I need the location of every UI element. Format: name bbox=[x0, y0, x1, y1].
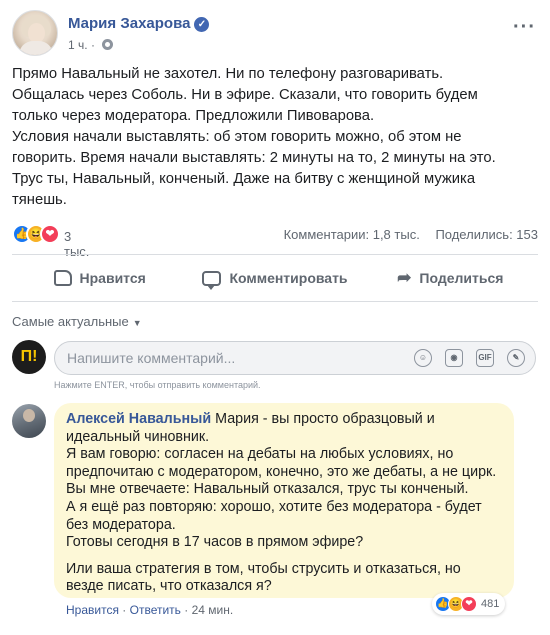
emoji-icon[interactable]: ☺ bbox=[414, 349, 432, 367]
post-text-line: только через модератора. Предложили Пиво… bbox=[12, 108, 375, 124]
caret-down-icon: ▼ bbox=[132, 318, 142, 328]
comment-line: Вы мне отвечаете: Навальный отказался, т… bbox=[66, 481, 469, 498]
composer-hint: Нажмите ENTER, чтобы отправить комментар… bbox=[54, 380, 261, 390]
shares-count[interactable]: Поделились: 153 bbox=[435, 227, 538, 242]
post-actions: Нравится Комментировать ➦ Поделиться bbox=[12, 260, 538, 296]
post-time[interactable]: 1 ч. bbox=[68, 38, 88, 52]
comment-reactions[interactable]: 👍 😆 ❤ 481 bbox=[432, 593, 506, 615]
post-card: Мария Захарова ✓ 1 ч. · ··· Прямо Навальн… bbox=[0, 0, 550, 635]
love-reaction-icon: ❤ bbox=[461, 596, 477, 612]
comment-line: Алексей Навальный Мария - вы просто обра… bbox=[66, 411, 502, 429]
share-button[interactable]: ➦ Поделиться bbox=[363, 260, 538, 296]
comment-icon bbox=[202, 270, 222, 290]
comment-reaction-count: 481 bbox=[481, 598, 500, 610]
post-meta: 1 ч. · bbox=[68, 38, 114, 52]
commenter-avatar[interactable] bbox=[12, 404, 46, 438]
commenter-name[interactable]: Алексей Навальный bbox=[66, 411, 211, 427]
post-header: Мария Захарова ✓ 1 ч. · ··· bbox=[12, 10, 538, 58]
composer-icons: ☺ ◉ GIF ✎ bbox=[401, 349, 525, 367]
comment-sort-dropdown[interactable]: Самые актуальные ▼ bbox=[12, 314, 142, 329]
thumbs-up-icon bbox=[53, 270, 72, 286]
comment-text: Мария - вы просто образцовый и bbox=[215, 411, 435, 427]
comment-time[interactable]: 24 мин. bbox=[192, 603, 234, 617]
like-button[interactable]: Нравится bbox=[12, 260, 187, 296]
comment-sort-label: Самые актуальные bbox=[12, 314, 129, 329]
globe-icon bbox=[102, 39, 114, 50]
gif-icon[interactable]: GIF bbox=[476, 349, 494, 367]
meta-separator: · bbox=[90, 38, 95, 52]
post-text-line: тянешь. bbox=[12, 192, 67, 208]
comment-line: везде писать, что отказался я? bbox=[66, 578, 272, 595]
comment-actions-separator: · bbox=[122, 603, 127, 617]
author-name-text[interactable]: Мария Захарова bbox=[68, 15, 190, 32]
comment-bubble: Алексей Навальный Мария - вы просто обра… bbox=[54, 403, 514, 598]
love-reaction-icon: ❤ bbox=[40, 224, 60, 244]
comment-line: идеальный чиновник. bbox=[66, 428, 210, 445]
comment-like-link[interactable]: Нравится bbox=[66, 603, 119, 617]
comment-line: предпочитаю с модератором, конечно, это … bbox=[66, 463, 497, 480]
post-text-line: Трус ты, Навальный, конченый. Даже на би… bbox=[12, 171, 476, 187]
comment-line: Или ваша стратегия в том, чтобы струсить… bbox=[66, 560, 461, 577]
comment-button-label: Комментировать bbox=[229, 270, 348, 286]
sticker-icon[interactable]: ✎ bbox=[507, 349, 525, 367]
comment-line: без модератора. bbox=[66, 516, 176, 533]
post-stats: 👍 😆 ❤ 3 тыс. Комментарии: 1,8 тыс. Подел… bbox=[12, 222, 538, 259]
share-button-label: Поделиться bbox=[419, 270, 504, 286]
divider bbox=[12, 301, 538, 302]
author-name[interactable]: Мария Захарова ✓ bbox=[68, 15, 210, 32]
post-text-line: говорить. Время начали выставлять: 2 мин… bbox=[12, 150, 496, 166]
camera-icon[interactable]: ◉ bbox=[445, 349, 463, 367]
comment-input[interactable] bbox=[67, 342, 397, 374]
comments-count[interactable]: Комментарии: 1,8 тыс. bbox=[284, 227, 420, 242]
post-text-line: Условия начали выставлять: об этом говор… bbox=[12, 129, 462, 145]
verified-icon: ✓ bbox=[194, 17, 210, 32]
comment-line: Я вам говорю: согласен на дебаты на любы… bbox=[66, 446, 454, 463]
more-options-icon[interactable]: ··· bbox=[513, 16, 536, 39]
like-button-label: Нравится bbox=[79, 270, 146, 286]
comment-button[interactable]: Комментировать bbox=[187, 260, 362, 296]
post-text-line: Общалась через Соболь. Ни в эфире. Сказа… bbox=[12, 87, 478, 103]
stats-right: Комментарии: 1,8 тыс. Поделились: 153 bbox=[284, 227, 538, 242]
share-icon: ➦ bbox=[397, 268, 412, 287]
comment-reply-link[interactable]: Ответить bbox=[130, 603, 181, 617]
comment-line: А я ещё раз повторяю: хорошо, хотите без… bbox=[66, 498, 482, 515]
post-text-line: Прямо Навальный не захотел. Ни по телефо… bbox=[12, 66, 444, 82]
user-avatar[interactable]: П! bbox=[12, 340, 46, 374]
comment-actions-separator: · bbox=[184, 603, 189, 617]
post-text: Прямо Навальный не захотел. Ни по телефо… bbox=[12, 64, 538, 211]
divider bbox=[12, 254, 538, 255]
author-avatar[interactable] bbox=[12, 10, 58, 56]
comment-actions: Нравится · Ответить · 24 мин. bbox=[66, 603, 233, 617]
comment-line: Готовы сегодня в 17 часов в прямом эфире… bbox=[66, 534, 364, 551]
comment-composer[interactable]: ☺ ◉ GIF ✎ bbox=[54, 341, 536, 375]
